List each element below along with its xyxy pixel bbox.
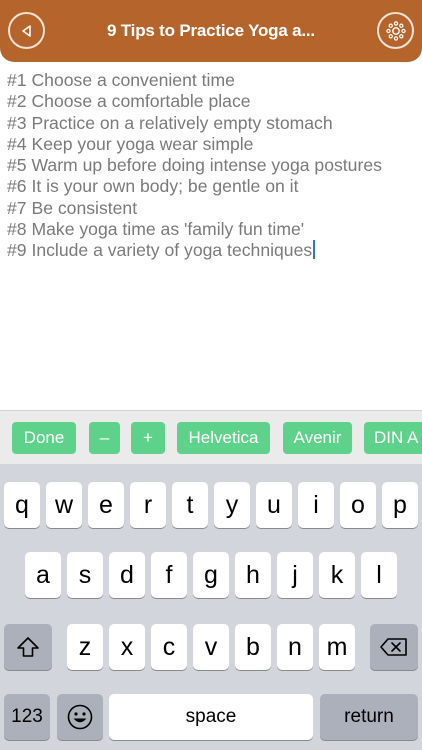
font-avenir-button[interactable]: Avenir xyxy=(283,422,352,454)
key-i[interactable]: i xyxy=(298,482,334,528)
key-b[interactable]: b xyxy=(235,624,271,670)
tip-line: #5 Warm up before doing intense yoga pos… xyxy=(7,155,382,176)
settings-button[interactable] xyxy=(377,12,414,49)
key-o[interactable]: o xyxy=(340,482,376,528)
font-helvetica-button[interactable]: Helvetica xyxy=(177,422,270,454)
emoji-key[interactable] xyxy=(57,694,103,740)
tip-line: #1 Choose a convenient time xyxy=(7,70,235,90)
key-y[interactable]: y xyxy=(214,482,250,528)
key-e[interactable]: e xyxy=(88,482,124,528)
space-key[interactable]: space xyxy=(109,694,313,740)
tip-line: #2 Choose a comfortable place xyxy=(7,91,251,112)
text-cursor xyxy=(313,240,316,260)
key-n[interactable]: n xyxy=(277,624,313,670)
back-button[interactable] xyxy=(8,12,45,49)
tip-line: #7 Be consistent xyxy=(7,197,138,218)
key-u[interactable]: u xyxy=(256,482,292,528)
nav-header: 9 Tips to Practice Yoga a... xyxy=(0,0,422,62)
key-d[interactable]: d xyxy=(109,552,145,598)
done-button[interactable]: Done xyxy=(12,422,76,454)
font-din-button[interactable]: DIN A xyxy=(364,422,422,454)
key-w[interactable]: w xyxy=(46,482,82,528)
key-l[interactable]: l xyxy=(361,552,397,598)
shift-icon xyxy=(17,637,39,657)
page-title: 9 Tips to Practice Yoga a... xyxy=(107,21,315,40)
delete-icon xyxy=(380,638,407,656)
shift-key[interactable] xyxy=(4,624,52,670)
key-x[interactable]: x xyxy=(109,624,145,670)
key-g[interactable]: g xyxy=(193,552,229,598)
back-arrow-icon xyxy=(21,24,31,37)
tip-line: #3 Practice on a relatively empty stomac… xyxy=(7,112,333,133)
key-j[interactable]: j xyxy=(277,552,313,598)
tip-line: #4 Keep your yoga wear simple xyxy=(7,133,254,154)
format-toolbar: Done – + Helvetica Avenir DIN A xyxy=(0,410,422,464)
key-q[interactable]: q xyxy=(4,482,40,528)
key-z[interactable]: z xyxy=(67,624,103,670)
decrease-size-button[interactable]: – xyxy=(89,422,120,454)
gear-icon xyxy=(385,20,406,41)
key-r[interactable]: r xyxy=(130,482,166,528)
text-editor[interactable]: #1 Choose a convenient time #2 Choose a … xyxy=(0,62,422,410)
key-s[interactable]: s xyxy=(67,552,103,598)
key-c[interactable]: c xyxy=(151,624,187,670)
numbers-key[interactable]: 123 xyxy=(4,694,50,740)
key-p[interactable]: p xyxy=(382,482,418,528)
tip-line: #8 Make yoga time as 'family fun time' xyxy=(7,219,305,240)
key-k[interactable]: k xyxy=(319,552,355,598)
delete-key[interactable] xyxy=(370,624,418,670)
key-f[interactable]: f xyxy=(151,552,187,598)
key-a[interactable]: a xyxy=(25,552,61,598)
key-v[interactable]: v xyxy=(193,624,229,670)
emoji-icon xyxy=(67,704,93,730)
keyboard: q w e r t y u i o p a s d f g h j k l z … xyxy=(0,464,422,750)
key-t[interactable]: t xyxy=(172,482,208,528)
tips-list: #1 Choose a convenient time #2 Choose a … xyxy=(7,70,382,262)
increase-size-button[interactable]: + xyxy=(131,422,165,454)
tip-line-last: #9 Include a variety of yoga techniques xyxy=(7,240,382,261)
key-m[interactable]: m xyxy=(319,624,355,670)
return-key[interactable]: return xyxy=(320,694,418,740)
tip-line: #6 It is your own body; be gentle on it xyxy=(7,176,299,197)
key-h[interactable]: h xyxy=(235,552,271,598)
tip-text: #9 Include a variety of yoga techniques xyxy=(7,240,313,261)
